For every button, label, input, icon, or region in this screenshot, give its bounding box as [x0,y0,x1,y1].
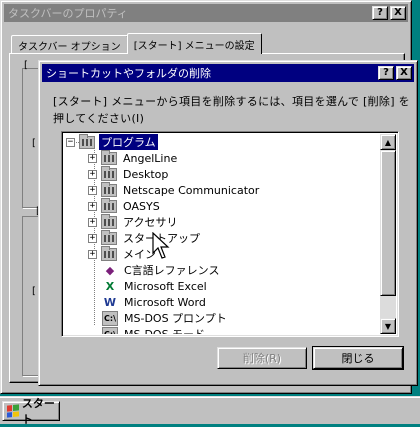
close-button[interactable]: X [390,6,406,20]
expander-toggle[interactable]: + [88,185,97,195]
tree-item-label: Desktop [123,167,169,181]
tree-item-angelline[interactable]: + AngelLine [88,149,179,166]
tree-item-label: スタートアップ [123,232,200,245]
tree-scrollbar[interactable]: ▲ ▼ [380,134,396,334]
start-button[interactable]: スタート [2,397,60,426]
folder-icon [101,165,117,181]
folder-icon [101,149,117,165]
folder-icon [101,229,117,245]
expander-toggle[interactable]: + [88,217,97,227]
tree-item-label: プログラム [98,134,159,151]
scroll-thumb[interactable] [380,150,396,296]
tree-item-label: Microsoft Excel [124,279,207,293]
folder-icon [101,197,117,213]
tree-item-desktop[interactable]: + Desktop [88,165,170,182]
tab-start-menu-settings[interactable]: [スタート] メニューの設定 [126,33,262,54]
taskbar-properties-titlebar[interactable]: タスクバーのプロパティ ? X [4,4,408,22]
tab-taskbar-options[interactable]: タスクバー オプション [11,35,128,53]
delete-button[interactable]: 削除(R) [217,347,307,369]
tree-item-label: MS-DOS プロンプト [124,312,227,325]
word-icon: W [103,295,117,309]
tree-item-c-reference[interactable]: ◆ C言語レファレンス [98,262,221,278]
folder-icon [101,245,117,261]
msdos-icon: C:\ [102,326,118,334]
tree-item-label: メイン [123,248,156,261]
tree-item-label: Microsoft Word [124,295,206,309]
tree-item-label: Netscape Communicator [123,183,260,197]
start-label: スタート [21,397,55,426]
expander-toggle[interactable]: + [88,233,97,243]
group-label-1: [ [24,60,28,71]
dialog-help-button[interactable]: ? [378,66,394,80]
remove-shortcuts-dialog: ショートカットやフォルダの削除 ? X [スタート] メニューから項目を削除する… [38,60,418,386]
tree-item-label: アクセサリ [123,216,178,229]
msdos-icon: C:\ [102,310,118,326]
expander-toggle[interactable]: + [88,153,97,163]
taskbar-properties-title: タスクバーのプロパティ [8,7,128,20]
tree-item-msdos-prompt[interactable]: C:\ MS-DOS プロンプト [98,310,229,326]
tree-item-main[interactable]: + メイン [88,245,158,262]
tree-item-label: C言語レファレンス [124,264,220,277]
tree-item-excel[interactable]: X Microsoft Excel [98,278,209,294]
tree-item-word[interactable]: W Microsoft Word [98,294,208,310]
windows-logo-icon [7,404,19,418]
tree-item-msdos-mode[interactable]: C:\ MS-DOS モード [98,326,207,334]
tree-item-accessories[interactable]: + アクセサリ [88,213,179,230]
reference-book-icon: ◆ [105,263,115,277]
group-label-2: [ [32,138,36,149]
excel-icon: X [105,279,115,293]
instruction-text: [スタート] メニューから項目を削除するには、項目を選んで [削除] を押してく… [53,95,410,125]
tree-item-netscape[interactable]: + Netscape Communicator [88,181,261,198]
taskbar: スタート [0,396,420,426]
scroll-down-icon[interactable]: ▼ [380,318,396,334]
help-button[interactable]: ? [372,6,388,20]
group-label-4: [ [32,286,36,297]
folder-icon [101,181,117,197]
expander-toggle[interactable]: − [66,137,75,147]
dialog-title: ショートカットやフォルダの削除 [46,67,211,80]
scroll-up-icon[interactable]: ▲ [380,134,396,150]
tree-item-oasys[interactable]: + OASYS [88,197,162,214]
desktop: タスクバーのプロパティ ? X タスクバー オプション [スタート] メニューの… [0,0,420,426]
folder-icon [101,213,117,229]
tree-item-programs[interactable]: − プログラム [66,134,159,151]
expander-toggle[interactable]: + [88,249,97,259]
expander-toggle[interactable]: + [88,169,97,179]
tree-item-label: OASYS [123,199,160,213]
close-dialog-button[interactable]: 閉じる [312,346,404,370]
dialog-titlebar[interactable]: ショートカットやフォルダの削除 ? X [42,64,414,82]
folder-icon [79,134,95,149]
tree-viewport: − プログラム + AngelLine + Desktop + Netscape… [64,134,380,334]
start-menu-tree[interactable]: − プログラム + AngelLine + Desktop + Netscape… [61,131,399,337]
expander-toggle[interactable]: + [88,201,97,211]
tree-item-label: MS-DOS モード [122,326,207,334]
tree-item-label: AngelLine [123,151,178,165]
tree-item-startup[interactable]: + スタートアップ [88,229,202,246]
dialog-close-button[interactable]: X [396,66,412,80]
